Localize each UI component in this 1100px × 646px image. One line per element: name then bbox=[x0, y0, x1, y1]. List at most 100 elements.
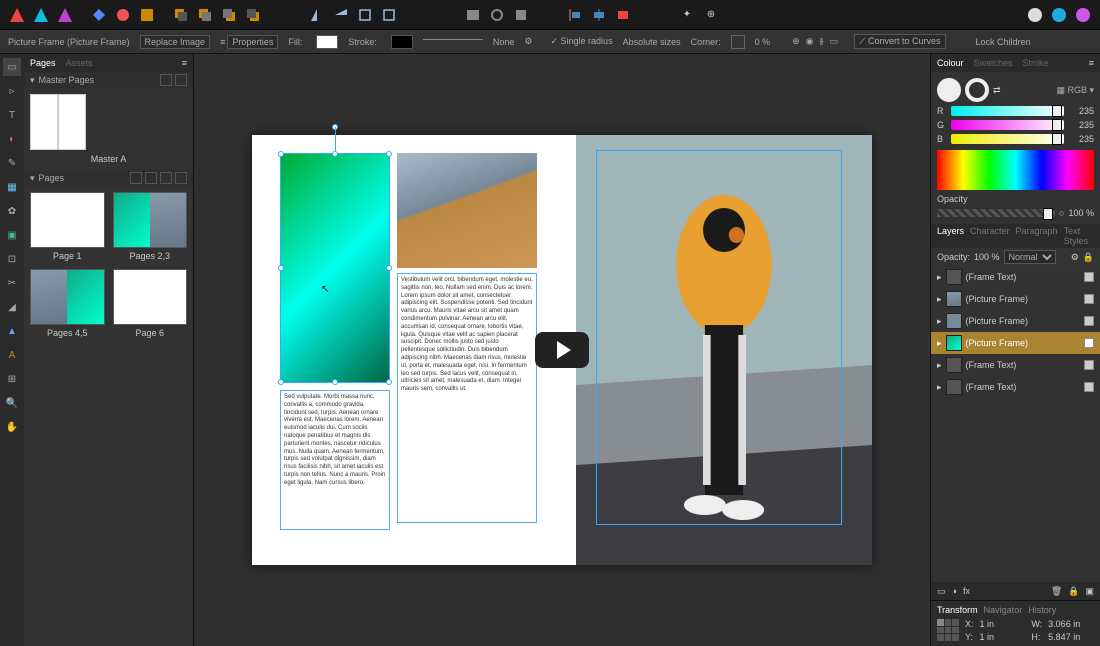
show-rotation-icon[interactable]: ◉ bbox=[806, 36, 814, 47]
w-value[interactable]: 3.066 in bbox=[1048, 619, 1094, 629]
master-a-thumb[interactable] bbox=[30, 94, 86, 150]
rotate-ccw-icon[interactable] bbox=[380, 6, 398, 24]
snap-icon[interactable]: ✦ bbox=[678, 6, 696, 24]
account-icon[interactable] bbox=[1026, 6, 1044, 24]
arrange-backward-icon[interactable] bbox=[196, 6, 214, 24]
corner-type[interactable] bbox=[731, 35, 745, 49]
clip-icon[interactable]: ⊕ bbox=[702, 6, 720, 24]
layer-lock-icon[interactable]: 🔒 bbox=[1083, 252, 1094, 263]
swatches-tab[interactable]: Swatches bbox=[974, 58, 1013, 68]
shape-tool[interactable]: ✿ bbox=[3, 202, 21, 220]
shape3-icon[interactable] bbox=[138, 6, 156, 24]
convert-curves-button[interactable]: ⟋ Convert to Curves bbox=[854, 34, 945, 49]
master-options-icon[interactable] bbox=[175, 74, 187, 86]
color-picker-tool[interactable]: ✋ bbox=[3, 418, 21, 436]
replace-image-button[interactable]: Replace Image bbox=[140, 35, 211, 49]
pages-2-3-thumb[interactable]: Pages 2,3 bbox=[113, 192, 188, 261]
persona-designer-icon[interactable] bbox=[32, 6, 50, 24]
layer-adjust-icon[interactable]: ◑ bbox=[952, 586, 957, 596]
picture-frame-tool[interactable]: ▣ bbox=[3, 226, 21, 244]
rotate-cw-icon[interactable] bbox=[356, 6, 374, 24]
layer-row[interactable]: ▸(Frame Text)✓ bbox=[931, 354, 1100, 376]
character-tab[interactable]: Character bbox=[970, 226, 1010, 246]
lock-children-label[interactable]: Lock Children bbox=[976, 37, 1031, 47]
green-value[interactable]: 235 bbox=[1068, 120, 1094, 130]
page-display-icon[interactable] bbox=[160, 172, 172, 184]
hide-selection-icon[interactable]: ▭ bbox=[830, 36, 839, 47]
x-value[interactable]: 1 in bbox=[980, 619, 1026, 629]
page-1-thumb[interactable]: Page 1 bbox=[30, 192, 105, 261]
section-icon[interactable] bbox=[512, 6, 530, 24]
stroke-colour-well[interactable] bbox=[965, 78, 989, 102]
text-tool-icon[interactable]: A bbox=[3, 346, 21, 364]
pages-tab[interactable]: Pages bbox=[30, 58, 56, 68]
show-baseline-icon[interactable] bbox=[614, 6, 632, 24]
layer-row[interactable]: ▸(Picture Frame)✓ bbox=[931, 288, 1100, 310]
updates-icon[interactable] bbox=[1050, 6, 1068, 24]
layer-mask-icon[interactable]: ▭ bbox=[937, 586, 946, 597]
help-icon[interactable] bbox=[1074, 6, 1092, 24]
layer-fx-button[interactable]: fx bbox=[963, 586, 970, 596]
flow-icon[interactable]: ⫵ bbox=[820, 36, 824, 47]
add-page-button[interactable] bbox=[145, 172, 157, 184]
red-value[interactable]: 235 bbox=[1068, 106, 1094, 116]
corner-value[interactable]: 0 % bbox=[755, 37, 771, 47]
preflight-icon[interactable] bbox=[464, 6, 482, 24]
preview-icon[interactable] bbox=[488, 6, 506, 24]
opacity-slider[interactable] bbox=[937, 209, 1055, 217]
frame-text-tool[interactable]: ⊞ bbox=[3, 370, 21, 388]
picture-frame-city[interactable] bbox=[397, 153, 537, 268]
layer-row-selected[interactable]: ▸(Picture Frame)✓ bbox=[931, 332, 1100, 354]
fill-swatch[interactable] bbox=[316, 35, 338, 49]
canvas[interactable]: ↖ Sed vulputate. Morbi massa nunc, conva… bbox=[194, 54, 930, 646]
layer-opacity-value[interactable]: 100 % bbox=[974, 252, 1000, 262]
stroke-width-preview[interactable] bbox=[423, 39, 483, 45]
arrange-forward-icon[interactable] bbox=[220, 6, 238, 24]
panel-menu-icon[interactable]: ≡ bbox=[182, 58, 187, 68]
opacity-value[interactable]: 100 % bbox=[1068, 208, 1094, 218]
properties-button[interactable]: Properties bbox=[227, 35, 278, 49]
hue-spectrum[interactable] bbox=[937, 150, 1094, 190]
pen-tool[interactable]: ✎ bbox=[3, 154, 21, 172]
transform-tab[interactable]: Transform bbox=[937, 605, 978, 615]
layer-row[interactable]: ▸(Frame Text)✓ bbox=[931, 376, 1100, 398]
shape1-icon[interactable] bbox=[90, 6, 108, 24]
colour-tab[interactable]: Colour bbox=[937, 58, 964, 68]
visibility-checkbox[interactable]: ✓ bbox=[1084, 294, 1094, 304]
absolute-sizes-checkbox[interactable]: Absolute sizes bbox=[623, 37, 681, 47]
visibility-checkbox[interactable]: ✓ bbox=[1084, 272, 1094, 282]
colour-panel-menu-icon[interactable]: ≡ bbox=[1089, 58, 1094, 68]
fill-tool[interactable]: ◢ bbox=[3, 298, 21, 316]
arrange-back-icon[interactable] bbox=[172, 6, 190, 24]
persona-photo-icon[interactable] bbox=[56, 6, 74, 24]
picture-frame-green[interactable]: ↖ bbox=[280, 153, 390, 383]
stroke-swatch[interactable] bbox=[391, 35, 413, 49]
vector-crop-tool[interactable]: ✂ bbox=[3, 274, 21, 292]
page-options-icon[interactable] bbox=[175, 172, 187, 184]
add-master-button[interactable] bbox=[160, 74, 172, 86]
align-left-icon[interactable] bbox=[566, 6, 584, 24]
layer-row[interactable]: ▸(Frame Text)✓ bbox=[931, 266, 1100, 288]
delete-layer-icon[interactable]: 🗑 bbox=[1051, 586, 1062, 597]
navigator-tab[interactable]: Navigator bbox=[984, 605, 1023, 615]
history-tab[interactable]: History bbox=[1028, 605, 1056, 615]
h-value[interactable]: 5.847 in bbox=[1048, 632, 1094, 642]
fill-colour-well[interactable] bbox=[937, 78, 961, 102]
artistic-text-tool[interactable]: ◐ bbox=[3, 130, 21, 148]
arrange-front-icon[interactable] bbox=[244, 6, 262, 24]
blue-value[interactable]: 235 bbox=[1068, 134, 1094, 144]
anchor-point-picker[interactable] bbox=[937, 619, 959, 641]
table-tool[interactable]: ▦ bbox=[3, 178, 21, 196]
green-slider[interactable] bbox=[951, 120, 1064, 130]
transform-origin-icon[interactable]: ⊕ bbox=[792, 36, 800, 47]
shape2-icon[interactable] bbox=[114, 6, 132, 24]
video-play-button[interactable] bbox=[535, 332, 589, 368]
text-frame-1[interactable]: Sed vulputate. Morbi massa nunc, convall… bbox=[280, 390, 390, 530]
move-tool[interactable]: ▭ bbox=[3, 58, 21, 76]
colour-mode-dropdown[interactable]: ▦ RGB ▾ bbox=[1056, 85, 1094, 96]
stroke-options-icon[interactable]: ⚙ bbox=[524, 36, 532, 47]
spread-setup-icon[interactable] bbox=[130, 172, 142, 184]
page-6-thumb[interactable]: Page 6 bbox=[113, 269, 188, 338]
flip-h-icon[interactable] bbox=[308, 6, 326, 24]
transparency-tool[interactable]: ▲ bbox=[3, 322, 21, 340]
